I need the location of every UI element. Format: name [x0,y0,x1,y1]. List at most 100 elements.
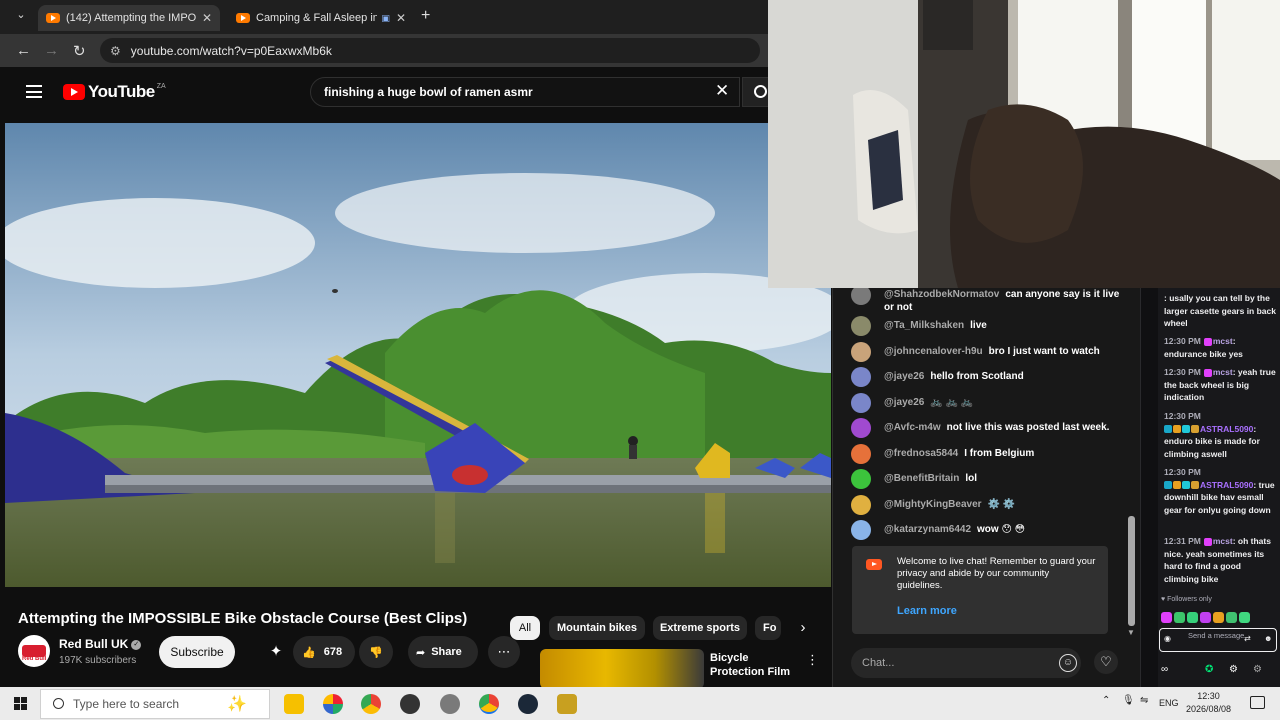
extension-icon[interactable]: ⚙ [1253,664,1262,675]
chat-scrollbar[interactable] [1128,516,1135,626]
chat-username[interactable]: @jaye26 [884,397,924,408]
hype-icon[interactable]: ✦ [260,636,292,668]
emote-icon[interactable] [1200,612,1211,623]
tab-label: Camping & Fall Asleep in H [256,12,378,24]
back-icon[interactable]: ← [16,42,31,59]
stream-chat-message: : usally you can tell by the larger case… [1164,292,1276,330]
youtube-wordmark: YouTube [88,82,155,101]
channel-name[interactable]: Red Bull UK ✓ [59,637,142,651]
emote-picker-icon[interactable]: ⇄ [1244,634,1251,643]
stream-chat-time: 12:30 PM [1164,411,1201,421]
emote-icon[interactable] [1239,612,1250,623]
chat-side-strip [1141,288,1158,687]
menu-icon[interactable] [26,85,42,98]
system-clock[interactable]: 12:30 2026/08/08 [1186,690,1231,716]
smile-icon[interactable]: ☻ [1264,634,1272,643]
clear-search-icon[interactable]: ✕ [715,81,729,101]
emote-icon[interactable] [1161,612,1172,623]
forward-icon[interactable]: → [44,42,59,59]
emote-icon[interactable] [1187,612,1198,623]
heart-icon[interactable]: ♡ [1094,650,1118,674]
share-button[interactable]: ➦ Share [408,636,478,668]
chrome-active-icon[interactable] [479,694,499,714]
chat-avatar [851,520,871,540]
subscribe-button[interactable]: Subscribe [159,636,235,668]
reload-icon[interactable]: ↻ [73,42,86,60]
chat-username[interactable]: @johncenalover-h9u [884,346,983,357]
emote-icon[interactable] [1174,612,1185,623]
like-button[interactable]: 👍 678 [293,636,355,668]
emoji-icon[interactable]: ☺ [1059,654,1077,672]
emote-icon[interactable] [1213,612,1224,623]
rec-thumbnail[interactable] [540,649,704,687]
game-icon[interactable] [557,694,577,714]
photos-icon[interactable] [323,694,343,714]
scroll-down-icon[interactable]: ▼ [1127,628,1135,637]
emote-icon[interactable] [1226,612,1237,623]
rec-title[interactable]: Bicycle Protection Film [710,651,800,679]
tab-close-icon[interactable]: ✕ [202,11,212,25]
chat-text: hello from Scotland [930,371,1024,382]
chat-avatar [851,418,871,438]
tray-chevron-icon[interactable]: ⌃ [1102,695,1110,706]
users-icon[interactable]: ∞ [1161,664,1168,675]
chat-username[interactable]: @Ta_Milkshaken [884,320,964,331]
youtube-logo[interactable]: YouTube ZA [63,82,166,102]
welcome-text: Welcome to live chat! Remember to guard … [897,556,1096,591]
settings-gear-icon[interactable]: ⚙ [1229,664,1238,675]
site-info-icon[interactable]: ⚙ [110,44,121,58]
file-explorer-icon[interactable] [284,694,304,714]
send-message-input[interactable]: ◉ Send a message ⇄ ☻ [1159,628,1277,652]
followers-only-text: Followers only [1167,596,1212,603]
chat-username[interactable]: @jaye26 [884,371,924,382]
learn-more-link[interactable]: Learn more [897,605,957,617]
network-icon[interactable]: ⇋ [1140,695,1148,706]
tab-search-icon[interactable]: ⌄ [13,8,29,24]
chrome-icon[interactable] [361,694,381,714]
obs-icon[interactable] [400,694,420,714]
address-bar[interactable]: ⚙ youtube.com/watch?v=p0EaxwxMb6k [100,38,760,63]
stream-chat-user[interactable]: mcst [1213,367,1233,377]
windows-start-icon[interactable] [14,697,28,711]
media-playing-icon: ▣ [381,12,390,23]
chat-username[interactable]: @frednosa5844 [884,448,958,459]
chip-extreme-sports[interactable]: Extreme sports [653,616,747,640]
taskbar-search-input[interactable]: Type here to search ✨ [40,689,270,719]
user-badge-icon [1203,537,1212,546]
recommended-video[interactable]: Bicycle Protection Film ⋮ [540,649,830,687]
steam-icon[interactable] [518,694,538,714]
chat-username[interactable]: @ShahzodbekNormatov [884,289,999,300]
avatar[interactable]: Red Bull [18,635,50,667]
notifications-icon[interactable] [1250,696,1265,709]
stream-chat-message: 12:30 PM mcst: yeah true the back wheel i… [1164,366,1276,404]
stream-chat-user[interactable]: mcst [1213,336,1233,346]
bits-icon[interactable]: ✪ [1205,664,1213,675]
stream-chat-user[interactable]: ASTRAL5090 [1200,480,1253,490]
app-icon[interactable] [440,694,460,714]
chat-username[interactable]: @Avfc-m4w [884,422,941,433]
chat-username[interactable]: @katarzynam6442 [884,524,971,535]
video-player[interactable] [5,123,831,587]
chat-username[interactable]: @MightyKingBeaver [884,499,982,510]
tab-active[interactable]: (142) Attempting the IMPOS ✕ [38,5,220,31]
rec-menu-icon[interactable]: ⋮ [806,652,819,668]
dislike-button[interactable]: 👎 [359,636,393,668]
search-input[interactable]: finishing a huge bowl of ramen asmr [310,77,740,107]
chat-input[interactable]: Chat... [851,648,1081,678]
chevron-right-icon[interactable]: › [790,616,816,642]
chip-all[interactable]: All [510,616,540,640]
chip-partial[interactable]: Fo [755,616,781,640]
tab-close-icon[interactable]: ✕ [396,11,406,25]
welcome-banner: Welcome to live chat! Remember to guard … [852,546,1108,634]
language-indicator[interactable]: ENG [1159,698,1179,708]
microphone-icon[interactable]: 🎙 [1122,695,1135,706]
chip-mountain-bikes[interactable]: Mountain bikes [549,616,645,640]
channel-points-icon[interactable]: ◉ [1164,634,1171,643]
chat-username[interactable]: @BenefitBritain [884,473,959,484]
stream-chat-user[interactable]: mcst [1213,536,1233,546]
chat-avatar [851,444,871,464]
stream-chat-user[interactable]: ASTRAL5090 [1200,424,1253,434]
youtube-icon [866,559,882,570]
tab-inactive[interactable]: Camping & Fall Asleep in H ▣ ✕ [228,5,414,31]
new-tab-icon[interactable]: + [421,7,430,25]
